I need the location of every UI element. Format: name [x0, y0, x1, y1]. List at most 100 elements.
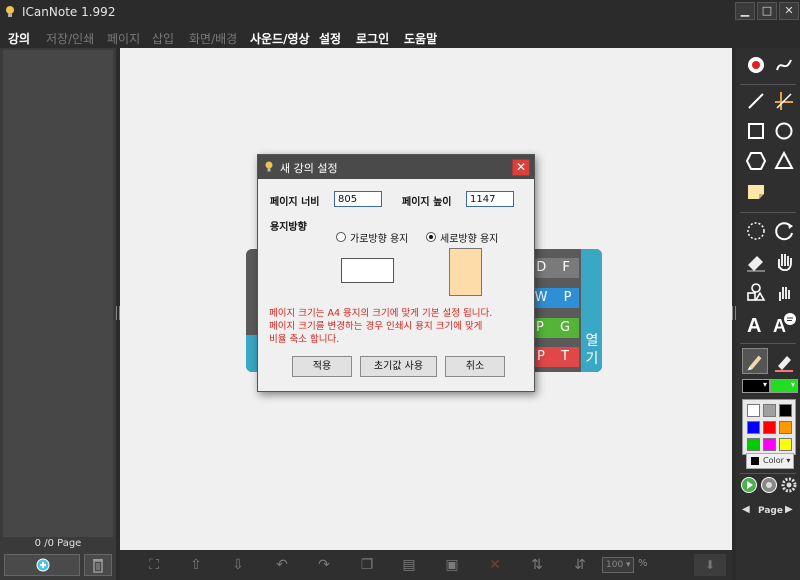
page-width-label: 페이지 너비	[270, 197, 320, 208]
open-pdf-chip[interactable]: D F	[533, 258, 579, 278]
lasso-select-icon[interactable]	[743, 218, 769, 244]
text-icon[interactable]: A	[743, 310, 769, 336]
axis-graph-icon[interactable]	[771, 88, 797, 114]
portrait-radio[interactable]	[426, 232, 436, 242]
apply-button[interactable]: 적용	[292, 356, 352, 377]
separator	[740, 343, 796, 344]
drawing-toolbar: A A ▾ ▾ Color ▾ ◀ Page ▶	[736, 48, 800, 580]
menu-bar: 강의 저장/인쇄 페이지 삽입 화면/배경 사운드/영상 설정 로그인 도움말	[0, 24, 800, 48]
rotate-icon[interactable]	[771, 218, 797, 244]
menu-help[interactable]: 도움말	[404, 30, 437, 47]
menu-page[interactable]: 페이지	[107, 30, 140, 47]
menu-sound-video[interactable]: 사운드/영상	[250, 30, 310, 47]
circle-icon[interactable]	[771, 118, 797, 144]
reset-defaults-button[interactable]: 초기값 사용	[360, 356, 437, 377]
rectangle-icon[interactable]	[743, 118, 769, 144]
menu-settings[interactable]: 설정	[319, 30, 341, 47]
color-button-label: Color	[763, 456, 784, 465]
line-icon[interactable]	[743, 88, 769, 114]
hand-icon[interactable]	[771, 248, 797, 274]
swatch-blue[interactable]	[747, 421, 760, 434]
gear-icon[interactable]	[780, 476, 798, 494]
menu-lecture[interactable]: 강의	[8, 30, 30, 47]
move-page-down-icon[interactable]: ⇩	[228, 556, 248, 574]
zoom-unit: %	[638, 558, 648, 569]
delete-icon[interactable]: ✕	[485, 556, 505, 574]
menu-insert[interactable]: 삽입	[152, 30, 174, 47]
open-file-button[interactable]: 열 기	[581, 249, 602, 372]
bulb-icon	[265, 161, 273, 172]
menu-save-print[interactable]: 저장/인쇄	[46, 30, 94, 47]
open-hwp-chip[interactable]: W P	[533, 288, 579, 308]
color-palette	[742, 399, 796, 455]
pen-color-select[interactable]: ▾	[742, 379, 770, 393]
orientation-label: 용지방향	[270, 222, 307, 233]
eraser-icon[interactable]	[743, 248, 769, 274]
landscape-label[interactable]: 가로방향 용지	[350, 230, 408, 245]
page-size-note-line-3: 비율 축소 합니다.	[269, 334, 340, 345]
window-title: ICanNote 1.992	[22, 5, 116, 19]
triangle-icon[interactable]	[771, 148, 797, 174]
select-area-icon[interactable]: ▣	[442, 556, 462, 574]
portrait-label[interactable]: 세로방향 용지	[440, 230, 498, 245]
minimize-button[interactable]: ▁	[735, 2, 755, 20]
page-nav-label: Page	[758, 506, 783, 516]
page-count: 0 /0 Page	[34, 538, 82, 549]
shape-stamp-icon[interactable]	[743, 280, 769, 306]
record-icon[interactable]	[743, 52, 769, 78]
open-jpg-chip[interactable]: P G	[533, 318, 579, 338]
maximize-button[interactable]: □	[757, 2, 777, 20]
highlighter-icon[interactable]	[771, 348, 797, 374]
text-balloon-icon[interactable]: A	[771, 310, 797, 336]
open-label-2: 기	[585, 351, 599, 367]
close-button[interactable]: ✕	[779, 2, 799, 20]
landscape-paper-preview[interactable]	[341, 258, 394, 283]
swatch-magenta[interactable]	[763, 438, 776, 451]
swatch-orange[interactable]	[779, 421, 792, 434]
prev-page-icon[interactable]: ◀	[742, 504, 750, 515]
page-height-input[interactable]	[466, 191, 514, 207]
dialog-close-button[interactable]: ✕	[512, 159, 530, 176]
swatch-yellow[interactable]	[779, 438, 792, 451]
menu-login[interactable]: 로그인	[356, 30, 389, 47]
copy-page-icon[interactable]: ❐	[357, 556, 377, 574]
pen-icon[interactable]	[742, 348, 768, 374]
swatch-green[interactable]	[747, 438, 760, 451]
swatch-gray[interactable]	[763, 404, 776, 417]
redo-icon[interactable]: ↷	[314, 556, 334, 574]
menu-screen-background[interactable]: 화면/배경	[189, 30, 237, 47]
swatch-black[interactable]	[779, 404, 792, 417]
play-icon[interactable]	[740, 476, 758, 494]
page-height-label: 페이지 높이	[402, 197, 452, 208]
landscape-radio[interactable]	[336, 232, 346, 242]
sort-numeric-icon[interactable]: ⇵	[570, 556, 590, 574]
paste-page-icon[interactable]: ▤	[399, 556, 419, 574]
highlighter-color-select[interactable]: ▾	[770, 379, 798, 393]
swatch-white[interactable]	[747, 404, 760, 417]
sticky-note-icon[interactable]	[743, 178, 769, 204]
zoom-select[interactable]: 100 ▾	[602, 557, 634, 573]
add-page-button[interactable]	[4, 554, 80, 576]
portrait-paper-preview[interactable]	[449, 248, 482, 296]
undo-icon[interactable]: ↶	[272, 556, 292, 574]
hexagon-icon[interactable]	[743, 148, 769, 174]
scroll-down-button[interactable]: ⬇	[694, 554, 726, 576]
page-width-input[interactable]	[334, 191, 382, 207]
swatch-red[interactable]	[763, 421, 776, 434]
custom-color-button[interactable]: Color ▾	[746, 453, 794, 469]
page-list[interactable]	[3, 50, 113, 537]
chevron-down-icon: ▾	[762, 380, 767, 389]
hand-tool-alt-icon[interactable]	[771, 280, 797, 306]
move-page-up-icon[interactable]: ⇧	[186, 556, 206, 574]
fit-screen-icon[interactable]: ⛶	[144, 556, 164, 574]
open-ppt-chip[interactable]: P T	[533, 347, 579, 367]
stop-icon[interactable]	[760, 476, 778, 494]
title-bar: ICanNote 1.992 ▁ □ ✕	[0, 0, 800, 24]
delete-page-button[interactable]	[84, 554, 112, 576]
cancel-button[interactable]: 취소	[445, 356, 505, 377]
next-page-icon[interactable]: ▶	[785, 504, 793, 515]
curve-icon[interactable]	[771, 52, 797, 78]
sort-az-icon[interactable]: ⇅	[527, 556, 547, 574]
page-size-note-line-1: 페이지 크기는 A4 용지의 크기에 맞게 기본 설정 됩니다.	[269, 308, 493, 319]
zoom-value: 100	[606, 560, 624, 570]
